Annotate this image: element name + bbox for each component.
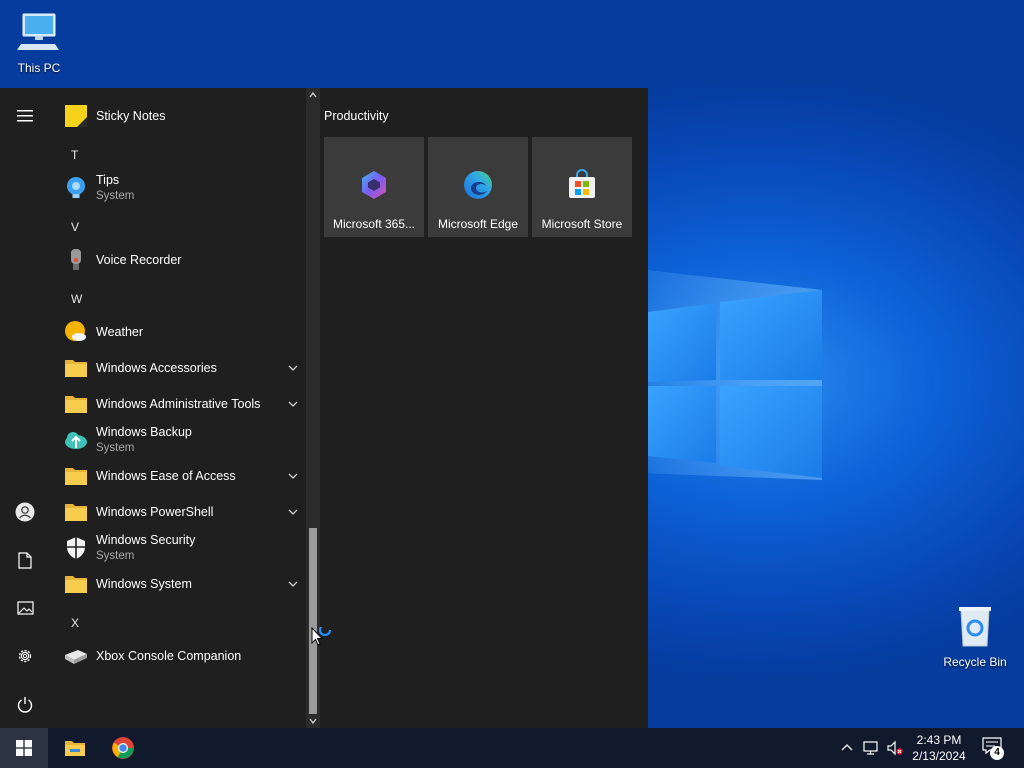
taskbar-file-explorer[interactable] [52,728,98,768]
clock-time: 2:43 PM [916,733,962,747]
chevron-down-icon[interactable] [286,469,300,483]
desktop-icon-label: This PC [17,61,61,75]
folder-name: Windows Accessories [96,361,217,375]
picture-icon [16,601,34,615]
folder-name: Windows PowerShell [96,505,214,519]
account-button[interactable] [0,490,50,534]
app-publisher: System [96,550,135,562]
scroll-up-arrow-icon[interactable] [308,90,318,100]
expand-menu-button[interactable] [0,94,50,138]
tile-label: Microsoft 365... [332,217,416,231]
tile-label: Microsoft Store [541,217,623,231]
hamburger-icon [17,110,33,122]
scroll-down-arrow-icon[interactable] [308,716,318,726]
app-sticky-notes[interactable]: Sticky Notes [50,98,306,134]
action-center-button[interactable]: 4 [980,736,1008,760]
computer-icon [17,13,59,50]
app-windows-backup[interactable]: Windows Backup System [50,422,306,458]
clock-date: 2/13/2024 [912,749,966,763]
app-name: Windows Backup [96,425,192,439]
chrome-icon [112,737,134,759]
app-list: Sticky Notes T Tips System V Voice Recor… [50,88,306,728]
chevron-down-icon[interactable] [286,397,300,411]
chevron-down-icon[interactable] [286,505,300,519]
windows-logo-icon [16,740,32,756]
folder-windows-powershell[interactable]: Windows PowerShell [50,494,306,530]
folder-name: Windows Ease of Access [96,469,236,483]
folder-windows-administrative-tools[interactable]: Windows Administrative Tools [50,386,306,422]
network-icon[interactable] [862,740,880,756]
chevron-down-icon[interactable] [286,361,300,375]
app-publisher: System [96,442,135,454]
app-name: Windows Security [96,533,196,547]
section-letter[interactable]: T [71,148,78,162]
backup-cloud-icon [65,432,87,449]
edge-icon [464,171,492,199]
documents-button[interactable] [0,538,50,582]
document-icon [18,551,32,569]
desktop-icon-label: Recycle Bin [943,655,1007,669]
folder-icon [65,360,87,377]
folder-windows-system[interactable]: Windows System [50,566,306,602]
app-name: Xbox Console Companion [96,649,242,663]
desktop-icon-recycle-bin[interactable]: Recycle Bin [937,604,1013,669]
section-letter[interactable]: V [71,220,79,234]
app-voice-recorder[interactable]: Voice Recorder [50,242,306,278]
chevron-down-icon[interactable] [286,577,300,591]
settings-button[interactable] [0,634,50,678]
taskbar-chrome[interactable] [100,728,146,768]
app-tips[interactable]: Tips System [50,170,306,206]
power-button[interactable] [0,682,50,726]
store-icon [569,169,595,198]
tile-microsoft-edge[interactable]: Microsoft Edge [428,137,528,237]
power-icon [17,696,33,713]
user-avatar-icon [15,502,35,522]
start-rail [0,88,50,728]
app-windows-security[interactable]: Windows Security System [50,530,306,566]
system-clock[interactable]: 2:43 PM 2/13/2024 [900,732,978,764]
app-name: Tips [96,173,120,187]
pictures-button[interactable] [0,586,50,630]
app-name: Sticky Notes [96,109,166,123]
taskbar: 2:43 PM 2/13/2024 4 [0,728,1024,768]
microphone-icon [71,249,81,270]
app-name: Weather [96,325,144,339]
xbox-console-icon [65,650,87,664]
gear-icon [18,649,32,663]
folder-windows-ease-of-access[interactable]: Windows Ease of Access [50,458,306,494]
microsoft-365-icon [362,171,386,199]
section-letter[interactable]: X [71,616,79,630]
tile-group-title[interactable]: Productivity [324,109,389,123]
recycle-bin-icon [959,607,991,647]
app-name: Voice Recorder [96,253,182,267]
app-publisher: System [96,190,135,202]
tile-microsoft-365[interactable]: Microsoft 365... [324,137,424,237]
chevron-up-icon[interactable] [838,740,856,756]
weather-icon [65,321,86,341]
folder-name: Windows System [96,577,192,591]
tile-microsoft-store[interactable]: Microsoft Store [532,137,632,237]
folder-icon [65,504,87,521]
section-letter[interactable]: W [71,292,82,306]
tile-label: Microsoft Edge [437,217,519,231]
tiles-area: Productivity Microsoft 365... Microsoft … [320,88,648,728]
folder-icon [65,468,87,485]
sticky-notes-icon [65,105,87,127]
app-xbox-console-companion[interactable]: Xbox Console Companion [50,638,306,674]
partial-app-icon [64,88,88,90]
scroll-thumb[interactable] [309,528,317,714]
app-weather[interactable]: Weather [50,314,306,350]
folder-windows-accessories[interactable]: Windows Accessories [50,350,306,386]
folder-icon [65,396,87,413]
tips-icon [67,177,85,198]
folder-icon [65,576,87,593]
mouse-cursor-busy-icon [311,627,332,646]
folder-name: Windows Administrative Tools [96,397,261,411]
shield-icon [67,537,85,559]
file-explorer-icon [65,741,85,756]
desktop-icon-this-pc[interactable]: This PC [1,10,77,75]
notification-count-badge: 4 [990,746,1004,760]
start-button[interactable] [0,728,48,768]
